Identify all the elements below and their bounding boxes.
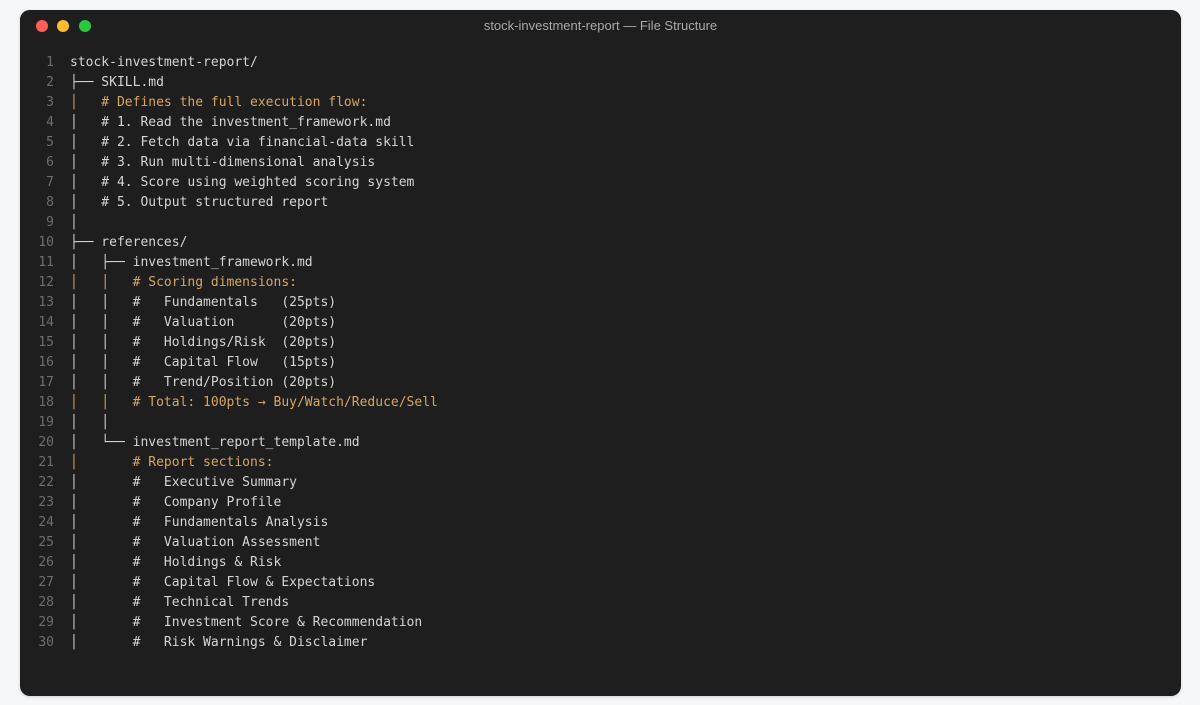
- line-number: 23: [38, 495, 54, 510]
- line-number: 24: [38, 515, 54, 530]
- code-view[interactable]: 1 stock-investment-report/2 ├── SKILL.md 3 │…: [20, 53, 438, 653]
- line-text: │ # 2. Fetch data via financial-data ski…: [70, 135, 415, 150]
- code-line: 5 │ # 2. Fetch data via financial-data sk…: [20, 133, 438, 153]
- code-line: 9 │: [20, 213, 438, 233]
- line-text: │ # Risk Warnings & Disclaimer: [70, 635, 368, 650]
- line-number: 5: [46, 135, 54, 150]
- line-number: 21: [38, 455, 54, 470]
- line-text: stock-investment-report/: [70, 55, 258, 70]
- code-line: 30 │ # Risk Warnings & Disclaimer: [20, 633, 438, 653]
- line-number: 16: [38, 355, 54, 370]
- line-number: 13: [38, 295, 54, 310]
- line-text: │ │ # Valuation (20pts): [70, 315, 337, 330]
- line-text: │ └── investment_report_template.md: [70, 435, 360, 450]
- line-number: 2: [46, 75, 54, 90]
- line-text: │ # Report sections:: [70, 455, 274, 470]
- line-number: 27: [38, 575, 54, 590]
- line-text: │ │ # Capital Flow (15pts): [70, 355, 337, 370]
- line-number: 1: [46, 55, 54, 70]
- line-text: │ # 1. Read the investment_framework.md: [70, 115, 391, 130]
- line-text: │ │ # Fundamentals (25pts): [70, 295, 337, 310]
- code-line: 20 │ └── investment_report_template.md: [20, 433, 438, 453]
- code-window: stock-investment-report — File Structure…: [20, 10, 1181, 696]
- line-text: │ │ # Holdings/Risk (20pts): [70, 335, 337, 350]
- line-text: │ # 5. Output structured report: [70, 195, 329, 210]
- line-text: ├── references/: [70, 235, 188, 250]
- line-text: │ # Technical Trends: [70, 595, 290, 610]
- line-text: │ # Investment Score & Recommendation: [70, 615, 423, 630]
- line-number: 19: [38, 415, 54, 430]
- line-text: │ # 3. Run multi-dimensional analysis: [70, 155, 376, 170]
- code-line: 4 │ # 1. Read the investment_framework.md: [20, 113, 438, 133]
- line-number: 18: [38, 395, 54, 410]
- code-line: 25 │ # Valuation Assessment: [20, 533, 438, 553]
- code-line: 8 │ # 5. Output structured report: [20, 193, 438, 213]
- line-number: 7: [46, 175, 54, 190]
- code-line: 1 stock-investment-report/: [20, 53, 438, 73]
- line-number: 6: [46, 155, 54, 170]
- line-number: 20: [38, 435, 54, 450]
- line-text: │ │ # Total: 100pts → Buy/Watch/Reduce/S…: [70, 395, 438, 410]
- title-bar: stock-investment-report — File Structure: [20, 10, 1181, 42]
- line-number: 8: [46, 195, 54, 210]
- line-number: 9: [46, 215, 54, 230]
- line-number: 14: [38, 315, 54, 330]
- line-text: │ # Capital Flow & Expectations: [70, 575, 376, 590]
- line-text: │ # Valuation Assessment: [70, 535, 321, 550]
- line-text: │ # Holdings & Risk: [70, 555, 282, 570]
- code-line: 17 │ │ # Trend/Position (20pts): [20, 373, 438, 393]
- line-number: 30: [38, 635, 54, 650]
- code-line: 15 │ │ # Holdings/Risk (20pts): [20, 333, 438, 353]
- code-line: 16 │ │ # Capital Flow (15pts): [20, 353, 438, 373]
- code-line: 24 │ # Fundamentals Analysis: [20, 513, 438, 533]
- code-line: 12 │ │ # Scoring dimensions:: [20, 273, 438, 293]
- line-text: │ # Executive Summary: [70, 475, 297, 490]
- line-number: 4: [46, 115, 54, 130]
- line-text: │ # 4. Score using weighted scoring syst…: [70, 175, 415, 190]
- line-number: 11: [38, 255, 54, 270]
- code-line: 28 │ # Technical Trends: [20, 593, 438, 613]
- line-number: 26: [38, 555, 54, 570]
- line-number: 22: [38, 475, 54, 490]
- line-text: │ ├── investment_framework.md: [70, 255, 313, 270]
- line-text: │ # Company Profile: [70, 495, 282, 510]
- line-number: 15: [38, 335, 54, 350]
- line-number: 17: [38, 375, 54, 390]
- code-line: 13 │ │ # Fundamentals (25pts): [20, 293, 438, 313]
- window-title: stock-investment-report — File Structure: [483, 18, 718, 33]
- code-line: 3 │ # Defines the full execution flow:: [20, 93, 438, 113]
- line-text: │ │ # Trend/Position (20pts): [70, 375, 337, 390]
- line-number: 3: [46, 95, 54, 110]
- code-line: 2 ├── SKILL.md: [20, 73, 438, 93]
- line-number: 12: [38, 275, 54, 290]
- code-line: 7 │ # 4. Score using weighted scoring sys…: [20, 173, 438, 193]
- line-text: │: [70, 215, 78, 230]
- code-line: 23 │ # Company Profile: [20, 493, 438, 513]
- code-line: 11 │ ├── investment_framework.md: [20, 253, 438, 273]
- line-text: │ # Fundamentals Analysis: [70, 515, 329, 530]
- code-line: 18 │ │ # Total: 100pts → Buy/Watch/Reduce…: [20, 393, 438, 413]
- code-line: 27 │ # Capital Flow & Expectations: [20, 573, 438, 593]
- line-number: 10: [38, 235, 54, 250]
- code-line: 22 │ # Executive Summary: [20, 473, 438, 493]
- line-text: ├── SKILL.md: [70, 75, 164, 90]
- code-line: 14 │ │ # Valuation (20pts): [20, 313, 438, 333]
- line-text: │ │ # Scoring dimensions:: [70, 275, 297, 290]
- code-line: 10 ├── references/: [20, 233, 438, 253]
- line-number: 29: [38, 615, 54, 630]
- code-line: 6 │ # 3. Run multi-dimensional analysis: [20, 153, 438, 173]
- code-line: 26 │ # Holdings & Risk: [20, 553, 438, 573]
- code-line: 19 │ │: [20, 413, 438, 433]
- line-text: │ # Defines the full execution flow:: [70, 95, 368, 110]
- line-number: 28: [38, 595, 54, 610]
- line-number: 25: [38, 535, 54, 550]
- code-line: 21 │ # Report sections:: [20, 453, 438, 473]
- line-text: │ │: [70, 415, 110, 430]
- code-line: 29 │ # Investment Score & Recommendation: [20, 613, 438, 633]
